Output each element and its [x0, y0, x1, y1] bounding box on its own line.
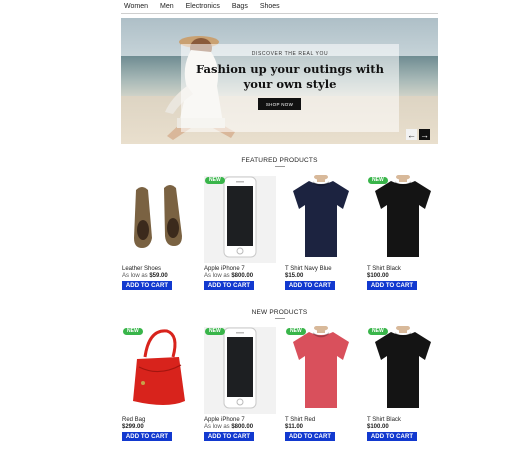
product-name[interactable]: Apple iPhone 7	[204, 416, 276, 424]
new-products-title: NEW PRODUCTS	[121, 309, 438, 319]
hero-headline-line2: your own style	[243, 77, 337, 91]
product-card[interactable]: NEW Apple iPhone 7 As low as $800.00 ADD TO…	[204, 327, 276, 441]
arrow-right-icon[interactable]: →	[419, 129, 430, 140]
hero-headline-line1: Fashion up your outings with	[196, 62, 384, 76]
product-card[interactable]: T Shirt Navy Blue $15.00 ADD TO CART	[285, 174, 357, 290]
product-price-line: $11.00	[285, 424, 357, 431]
product-image[interactable]: NEW	[204, 327, 276, 414]
product-name[interactable]: T Shirt Black	[367, 416, 439, 424]
tshirt-red-image	[289, 325, 353, 415]
arrow-left-icon[interactable]: ←	[406, 129, 417, 140]
add-to-cart-button[interactable]: ADD TO CART	[285, 432, 335, 441]
add-to-cart-button[interactable]: ADD TO CART	[367, 281, 417, 290]
tshirt-black-image	[371, 174, 435, 264]
top-nav: Women Men Electronics Bags Shoes	[121, 0, 438, 14]
product-image[interactable]	[122, 176, 194, 263]
hero-banner: DISCOVER THE REAL YOU Fashion up your ou…	[121, 18, 438, 144]
nav-item-shoes[interactable]: Shoes	[260, 0, 280, 14]
product-price: $59.00	[149, 273, 168, 279]
product-price: $100.00	[367, 424, 389, 430]
product-price-line: As low as $59.00	[122, 273, 194, 280]
product-price-line: As low as $800.00	[204, 273, 276, 280]
product-name[interactable]: T Shirt Black	[367, 265, 439, 273]
add-to-cart-button[interactable]: ADD TO CART	[285, 281, 335, 290]
product-price: $15.00	[285, 273, 304, 279]
tshirt-navy-image	[289, 174, 353, 264]
nav-item-electronics[interactable]: Electronics	[186, 0, 220, 14]
phone-image	[223, 327, 257, 414]
nav-item-women[interactable]: Women	[124, 0, 148, 14]
product-image[interactable]: NEW	[122, 327, 194, 414]
nav-item-men[interactable]: Men	[160, 0, 174, 14]
new-badge: NEW	[286, 328, 306, 335]
new-badge: NEW	[205, 328, 225, 335]
product-price-line: $100.00	[367, 424, 439, 431]
product-image[interactable]: NEW	[367, 174, 439, 264]
product-price-line: $15.00	[285, 273, 357, 280]
product-price: $800.00	[231, 424, 254, 430]
product-price-line: $100.00	[367, 273, 439, 280]
product-image[interactable]	[285, 174, 357, 264]
price-prefix: As low as	[204, 424, 232, 430]
product-price: $100.00	[367, 273, 389, 279]
shoes-image	[128, 182, 188, 257]
new-badge: NEW	[205, 177, 225, 184]
nav-item-bags[interactable]: Bags	[232, 0, 248, 14]
add-to-cart-button[interactable]: ADD TO CART	[367, 432, 417, 441]
hero-eyebrow: DISCOVER THE REAL YOU	[251, 51, 329, 57]
shop-now-button[interactable]: SHOP NOW	[258, 98, 301, 110]
add-to-cart-button[interactable]: ADD TO CART	[122, 432, 172, 441]
featured-products-title: FEATURED PRODUCTS	[121, 157, 438, 167]
new-badge: NEW	[368, 328, 388, 335]
product-name[interactable]: T Shirt Navy Blue	[285, 265, 357, 273]
new-badge: NEW	[368, 177, 388, 184]
product-name[interactable]: Leather Shoes	[122, 265, 194, 273]
product-card[interactable]: NEW Apple iPhone 7 As low as $800.00 ADD TO…	[204, 176, 276, 290]
add-to-cart-button[interactable]: ADD TO CART	[122, 281, 172, 290]
tshirt-black-image	[371, 325, 435, 415]
product-price: $299.00	[122, 424, 144, 430]
product-price-line: As low as $800.00	[204, 424, 276, 431]
product-card[interactable]: NEW Red Bag $299.00 ADD TO CART	[122, 327, 194, 441]
product-card[interactable]: Leather Shoes As low as $59.00 ADD TO CART	[122, 176, 194, 290]
product-price: $800.00	[231, 273, 254, 279]
product-price: $11.00	[285, 424, 304, 430]
add-to-cart-button[interactable]: ADD TO CART	[204, 281, 254, 290]
product-card[interactable]: NEW T Shirt Black $100.00 ADD TO CART	[367, 325, 439, 441]
price-prefix: As low as	[122, 273, 150, 279]
product-image[interactable]: NEW	[285, 325, 357, 415]
add-to-cart-button[interactable]: ADD TO CART	[204, 432, 254, 441]
product-name[interactable]: Red Bag	[122, 416, 194, 424]
new-badge: NEW	[123, 328, 143, 335]
price-prefix: As low as	[204, 273, 232, 279]
product-image[interactable]: NEW	[367, 325, 439, 415]
product-price-line: $299.00	[122, 424, 194, 431]
product-name[interactable]: Apple iPhone 7	[204, 265, 276, 273]
product-image[interactable]: NEW	[204, 176, 276, 263]
product-card[interactable]: NEW T Shirt Red $11.00 ADD TO CART	[285, 325, 357, 441]
red-bag-image	[127, 327, 189, 414]
product-name[interactable]: T Shirt Red	[285, 416, 357, 424]
product-card[interactable]: NEW T Shirt Black $100.00 ADD TO CART	[367, 174, 439, 290]
hero-headline: Fashion up your outings with your own st…	[181, 62, 399, 92]
phone-image	[223, 176, 257, 263]
